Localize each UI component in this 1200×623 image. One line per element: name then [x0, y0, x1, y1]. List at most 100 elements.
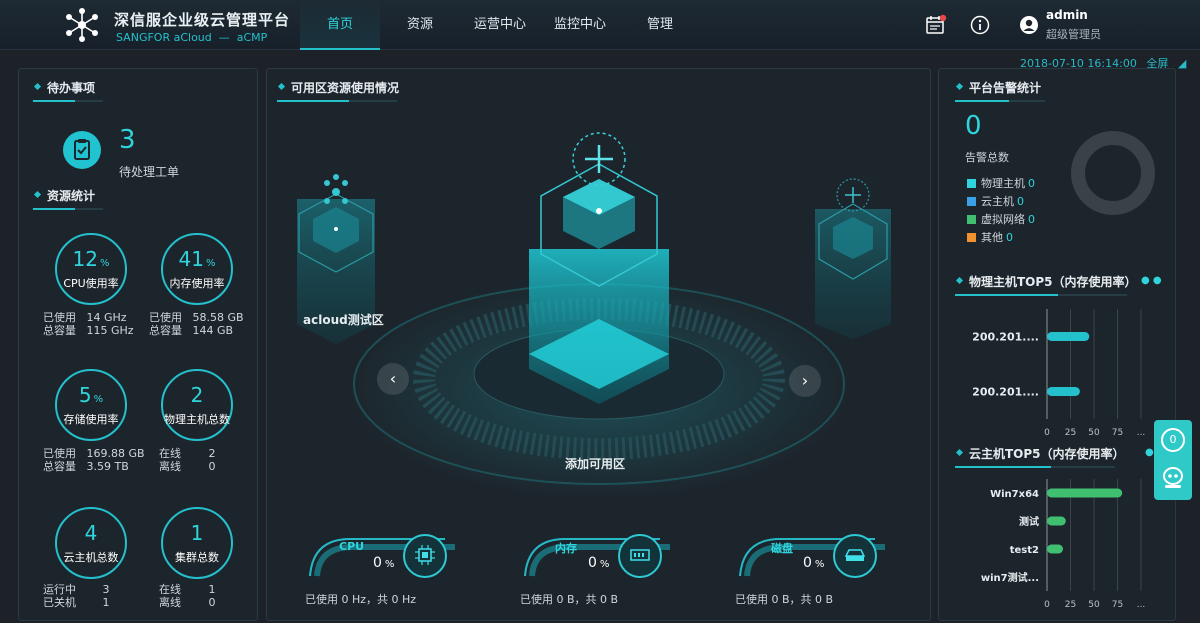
nav-home[interactable]: 首页 [300, 0, 380, 50]
memory-usage-label: 内存使用率 [169, 277, 225, 290]
cpu-gauge-used: 已使用 0 Hz，共 0 Hz [305, 593, 417, 606]
bar[interactable] [1047, 332, 1090, 341]
todo-section-title: 待办事项 [33, 79, 103, 102]
prev-zone-button[interactable]: ‹ [377, 363, 409, 395]
vms-total-label: 云主机总数 [63, 551, 119, 564]
disk-gauge-value: 0% [803, 555, 825, 571]
x-tick-label: 0 [1044, 600, 1050, 610]
nav-operations[interactable]: 运营中心 [460, 0, 540, 50]
carousel-dots-icon[interactable]: ● ● [1141, 275, 1162, 286]
floating-assistant-widget[interactable]: 0 [1154, 420, 1192, 500]
host-top5-chart: 0 25 50 75 ... 200.201.... 200.201.... [972, 309, 1146, 438]
legend-swatch [967, 215, 976, 224]
clusters-offline-row: 离线 0 [159, 596, 216, 609]
category-label: test2 [1010, 545, 1039, 556]
memory-module-icon [630, 549, 650, 561]
middle-panel: 可用区资源使用情况 acloud测试区 添加可用区 ‹ › CPU 0% 已使用… [266, 68, 931, 621]
disk-drive-icon [844, 549, 866, 561]
legend-swatch [967, 233, 976, 242]
carousel-dot-icon[interactable]: ● [1145, 447, 1154, 458]
right-panel: 平台告警统计 0 告警总数 物理主机 0 云主机 0 虚拟网络 0 其他 0 物理主机T… [938, 68, 1176, 621]
nav-resources[interactable]: 资源 [380, 0, 460, 50]
app-title: 深信服企业级云管理平台 [114, 11, 291, 29]
vm-top5-chart: 0 25 50 75 ... Win7x64 测试 test2 win7测试... [981, 479, 1145, 610]
assistant-count-badge: 0 [1161, 428, 1185, 452]
category-label: 测试 [1019, 515, 1039, 528]
vm-top5-title: 云主机TOP5（内存使用率） [955, 445, 1125, 468]
user-role: 超级管理员 [1046, 28, 1101, 41]
bar[interactable] [1047, 544, 1063, 554]
user-avatar-icon[interactable] [1018, 14, 1040, 36]
legend-swatch [967, 179, 976, 188]
x-tick-label: 50 [1088, 428, 1100, 438]
x-tick-label: 25 [1065, 600, 1076, 610]
vms-total-value: 4 [84, 521, 98, 545]
add-zone-label[interactable]: 添加可用区 [565, 455, 625, 472]
storage-usage-ring[interactable]: 5% 存储使用率 [55, 369, 127, 441]
alarm-total-count[interactable]: 0 [965, 111, 982, 141]
x-tick-label: 50 [1088, 600, 1100, 610]
alarm-total-label: 告警总数 [965, 151, 1009, 164]
clipboard-check-icon[interactable] [63, 131, 101, 169]
nav-monitoring[interactable]: 监控中心 [540, 0, 620, 50]
host-top5-title: 物理主机TOP5（内存使用率） [955, 273, 1137, 296]
clusters-total-value: 1 [190, 521, 204, 545]
category-label: 200.201.... [972, 331, 1039, 344]
vms-stopped-row: 已关机 1 [43, 596, 110, 609]
x-tick-label: ... [1137, 428, 1146, 438]
todo-count[interactable]: 3 [119, 125, 136, 155]
nav-management[interactable]: 管理 [620, 0, 700, 50]
x-tick-label: 75 [1112, 600, 1123, 610]
calendar-alert-icon[interactable] [925, 14, 947, 36]
memory-gauge-value: 0% [588, 555, 610, 571]
hosts-offline-row: 离线 0 [159, 460, 216, 473]
user-name[interactable]: admin [1046, 8, 1088, 22]
legend-virtual-network[interactable]: 虚拟网络 0 [967, 211, 1035, 227]
robot-icon [1163, 467, 1183, 488]
app-subtitle: SANGFOR aCloud — aCMP [116, 31, 268, 44]
category-label: Win7x64 [990, 489, 1039, 500]
hosts-total-label: 物理主机总数 [164, 413, 230, 426]
bar[interactable] [1047, 516, 1066, 526]
cpu-usage-value: 12% [72, 247, 110, 271]
storage-usage-value: 5% [78, 383, 104, 407]
disk-gauge-used: 已使用 0 B，共 0 B [735, 593, 834, 606]
sangfor-logo-icon [66, 8, 98, 42]
category-label: 200.201.... [972, 386, 1039, 399]
memory-usage-ring[interactable]: 41% 内存使用率 [161, 233, 233, 305]
cpu-usage-ring[interactable]: 12% CPU使用率 [55, 233, 127, 305]
info-icon[interactable] [969, 14, 991, 36]
cpu-usage-label: CPU使用率 [63, 277, 119, 290]
cpu-chip-icon [415, 545, 435, 565]
clusters-total-ring[interactable]: 1 集群总数 [161, 507, 233, 579]
memory-gauge-name: 内存 [555, 542, 577, 555]
cpu-gauge-value: 0% [373, 555, 395, 571]
legend-physical-host[interactable]: 物理主机 0 [967, 175, 1035, 191]
memory-usage-value: 41% [178, 247, 216, 271]
bar[interactable] [1047, 488, 1123, 498]
fullscreen-icon: ◢ [1177, 57, 1187, 70]
memory-total-row: 总容量 144 GB [149, 324, 234, 337]
top-header: 深信服企业级云管理平台 SANGFOR aCloud — aCMP 首页 资源 … [0, 0, 1200, 50]
legend-swatch [967, 197, 976, 206]
legend-other[interactable]: 其他 0 [967, 229, 1013, 245]
zone-usage-title: 可用区资源使用情况 [277, 79, 399, 102]
category-label: win7测试... [981, 571, 1039, 584]
vms-total-ring[interactable]: 4 云主机总数 [55, 507, 127, 579]
chevron-left-icon: ‹ [389, 369, 397, 388]
todo-label: 待处理工单 [119, 165, 180, 179]
chevron-right-icon: › [801, 371, 809, 390]
zone-acloud-label[interactable]: acloud测试区 [303, 311, 384, 328]
resource-section-title: 资源统计 [33, 187, 103, 210]
bar[interactable] [1047, 387, 1080, 396]
main-nav: 首页 资源 运营中心 监控中心 管理 [300, 0, 700, 50]
hosts-total-ring[interactable]: 2 物理主机总数 [161, 369, 233, 441]
hosts-total-value: 2 [190, 383, 204, 407]
memory-gauge-used: 已使用 0 B，共 0 B [520, 593, 619, 606]
storage-total-row: 总容量 3.59 TB [43, 460, 129, 473]
clusters-total-label: 集群总数 [175, 551, 219, 564]
alarm-donut-chart [1071, 131, 1155, 215]
legend-cloud-host[interactable]: 云主机 0 [967, 193, 1024, 209]
next-zone-button[interactable]: › [789, 365, 821, 397]
x-tick-label: 75 [1112, 428, 1123, 438]
